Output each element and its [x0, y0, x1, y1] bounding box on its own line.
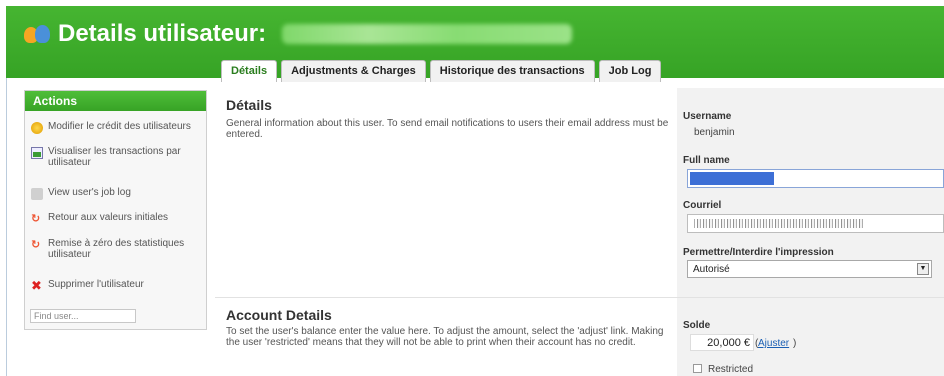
chart-icon: [31, 147, 43, 159]
reset-stats-icon: ↻: [31, 239, 41, 251]
action-reset-stats[interactable]: ↻ Remise à zéro des statistiques utilisa…: [31, 238, 203, 260]
action-label: Modifier le crédit des utilisateurs: [48, 121, 191, 132]
email-label: Courriel: [683, 200, 722, 211]
action-label: Remise à zéro des statistiques utilisate…: [48, 238, 185, 260]
tab-transaction-history[interactable]: Historique des transactions: [429, 60, 595, 82]
username-value: benjamin: [694, 127, 735, 138]
reset-icon: ↻: [31, 213, 41, 225]
printer-icon: [31, 188, 43, 200]
print-permission-select[interactable]: Autorisé ▼: [687, 260, 932, 278]
action-view-job-log[interactable]: View user's job log: [31, 187, 203, 200]
page-left-border: [6, 78, 7, 376]
username-label: Username: [683, 111, 732, 122]
blurred-user-name: [282, 24, 573, 44]
action-label: Supprimer l'utilisateur: [48, 279, 144, 290]
tab-bar: Détails Adjustments & Charges Historique…: [221, 60, 662, 82]
actions-title: Actions: [25, 91, 206, 111]
action-label: Visualiser les transactions par utilisat…: [48, 146, 181, 168]
actions-sidebar: Actions Modifier le crédit des utilisate…: [24, 90, 207, 330]
action-view-transactions[interactable]: Visualiser les transactions par utilisat…: [31, 146, 203, 168]
action-label: Retour aux valeurs initiales: [48, 212, 169, 223]
page-title: Details utilisateur:: [58, 20, 267, 47]
print-permission-label: Permettre/Interdire l'impression: [683, 247, 834, 258]
action-reset-initial[interactable]: ↻ Retour aux valeurs initiales: [31, 212, 203, 225]
print-permission-value: Autorisé: [693, 264, 730, 275]
adjust-paren-close: ): [793, 338, 797, 349]
account-description: To set the user's balance enter the valu…: [226, 326, 664, 348]
details-description: General information about this user. To …: [226, 118, 669, 140]
fullname-selected-text: [690, 172, 774, 185]
tab-job-log[interactable]: Job Log: [598, 60, 662, 82]
tab-adjustments-charges[interactable]: Adjustments & Charges: [281, 60, 426, 82]
find-user-input[interactable]: [30, 309, 136, 323]
delete-icon: ✖: [31, 278, 42, 293]
section-divider: [215, 297, 944, 298]
account-section-title: Account Details: [226, 307, 332, 323]
action-label: View user's job log: [48, 187, 131, 198]
page-header: Details utilisateur: Détails Adjustments…: [6, 6, 944, 82]
restricted-checkbox[interactable]: [693, 364, 702, 373]
balance-label: Solde: [683, 320, 711, 331]
restricted-label: Restricted: [708, 364, 754, 375]
action-delete-user[interactable]: ✖ Supprimer l'utilisateur: [31, 279, 203, 292]
tab-details[interactable]: Détails: [221, 60, 278, 82]
details-section-title: Détails: [226, 97, 272, 113]
action-modify-credit[interactable]: Modifier le crédit des utilisateurs: [31, 121, 203, 134]
users-icon: [24, 23, 52, 45]
adjust-link[interactable]: Ajuster: [758, 338, 789, 349]
coin-icon: [31, 122, 43, 134]
balance-value: 20,000 €: [707, 337, 750, 349]
header-title-group: Details utilisateur:: [24, 20, 573, 48]
balance-input[interactable]: 20,000 €: [690, 334, 754, 351]
fullname-label: Full name: [683, 155, 730, 166]
dropdown-arrow-icon[interactable]: ▼: [917, 263, 929, 275]
blurred-email: [694, 219, 864, 228]
